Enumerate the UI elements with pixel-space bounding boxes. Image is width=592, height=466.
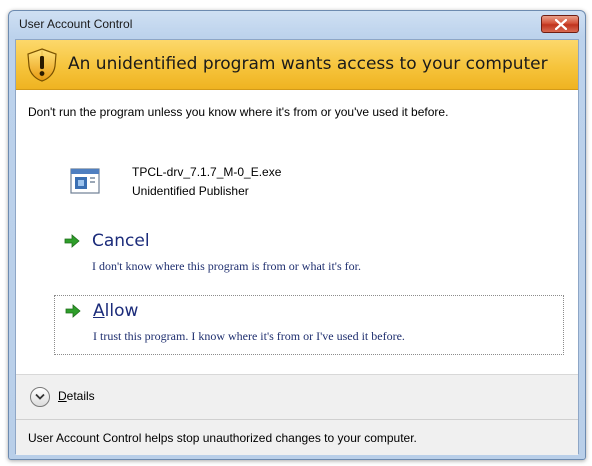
cancel-option[interactable]: Cancel I don't know where this program i… <box>54 226 564 286</box>
allow-title: Allow <box>93 301 138 321</box>
program-window-icon <box>70 168 100 194</box>
dialog-body: An unidentified program wants access to … <box>15 39 579 455</box>
program-name: TPCL-drv_7.1.7_M-0_E.exe <box>132 165 282 179</box>
banner-message: An unidentified program wants access to … <box>68 54 548 74</box>
details-label-rest: etails <box>66 389 95 403</box>
details-label[interactable]: Details <box>58 389 95 403</box>
close-icon <box>555 19 567 30</box>
close-button[interactable] <box>541 15 579 33</box>
allow-option[interactable]: Allow I trust this program. I know where… <box>54 295 564 355</box>
chevron-down-icon <box>35 393 45 400</box>
details-area: Details <box>16 374 578 419</box>
title-bar[interactable]: User Account Control <box>9 11 585 39</box>
green-arrow-icon <box>64 234 80 248</box>
publisher-name: Unidentified Publisher <box>132 184 249 198</box>
allow-accelerator: A <box>93 301 105 321</box>
allow-title-rest: llow <box>104 301 139 321</box>
green-arrow-icon <box>65 304 81 318</box>
uac-dialog: User Account Control An unidentified pro… <box>8 10 586 460</box>
footer: User Account Control helps stop unauthor… <box>16 419 578 455</box>
warning-banner: An unidentified program wants access to … <box>16 40 578 90</box>
shield-warning-icon <box>27 48 57 82</box>
details-accelerator: D <box>58 389 67 403</box>
allow-description: I trust this program. I know where it's … <box>93 329 405 343</box>
details-button[interactable] <box>30 387 50 407</box>
footer-text: User Account Control helps stop unauthor… <box>28 431 417 445</box>
cancel-description: I don't know where this program is from … <box>92 259 361 273</box>
warning-text: Don't run the program unless you know wh… <box>28 105 449 119</box>
cancel-title: Cancel <box>92 231 150 251</box>
window-title: User Account Control <box>19 17 133 31</box>
